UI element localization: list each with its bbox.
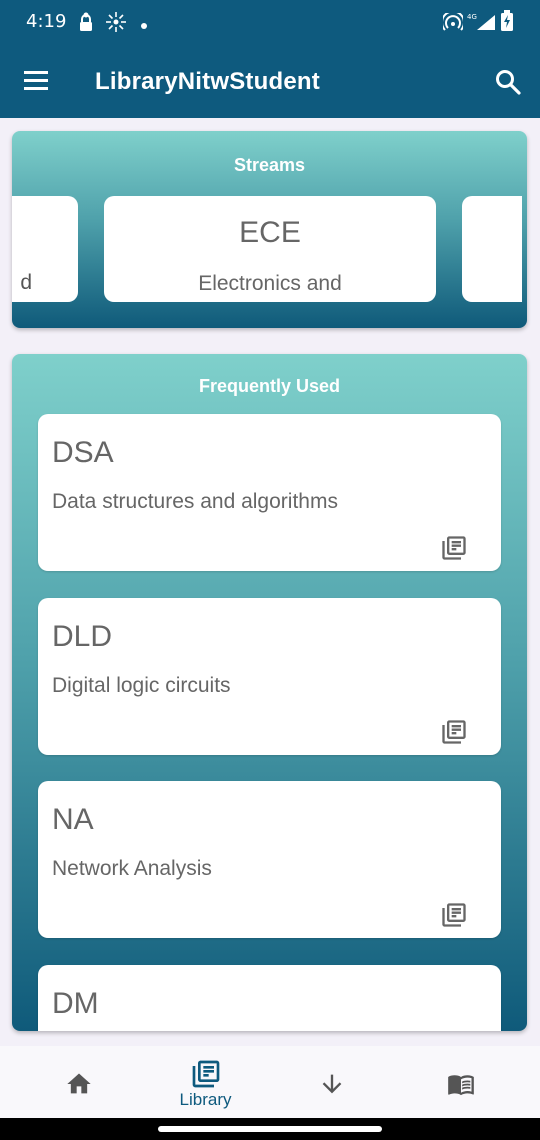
library-books-icon[interactable] [440, 534, 468, 562]
course-code: DSA [52, 436, 114, 469]
network-type-label: 4G [467, 13, 477, 21]
dot-icon [140, 17, 148, 35]
streams-title: Streams [233, 155, 306, 175]
battery-icon [500, 10, 514, 37]
course-name: Network Analysis [52, 857, 212, 880]
stream-code: ECE [239, 216, 301, 249]
nav-home[interactable] [12, 1046, 147, 1118]
library-books-icon[interactable] [440, 718, 468, 746]
hotspot-icon [441, 10, 465, 36]
bottom-navigation: Library [0, 1046, 540, 1118]
nav-downloads[interactable] [265, 1046, 400, 1118]
stream-name: d [20, 271, 32, 294]
course-card-na[interactable]: NA Network Analysis [38, 781, 501, 938]
course-name: Digital logic circuits [52, 674, 231, 697]
frequently-used-panel: Frequently Used DSA Data structures and … [12, 354, 527, 1031]
frequently-used-title: Frequently Used [198, 376, 341, 396]
app-bar: LibraryNitwStudent [0, 44, 540, 118]
status-time: 4:19 [26, 11, 67, 32]
nav-library-label: Library [179, 1090, 232, 1109]
course-code: NA [52, 803, 94, 836]
stream-name: Electronics and [198, 272, 342, 295]
course-name: Data structures and algorithms [52, 490, 338, 513]
download-arrow-icon [322, 1074, 342, 1094]
lock-person-icon [78, 11, 94, 38]
menu-icon[interactable] [22, 68, 50, 94]
gesture-bar [0, 1118, 540, 1140]
nav-reading[interactable] [392, 1046, 527, 1118]
stream-card-ece[interactable]: ECE Electronics and [104, 196, 436, 302]
course-card-dld[interactable]: DLD Digital logic circuits [38, 598, 501, 755]
course-card-dsa[interactable]: DSA Data structures and algorithms [38, 414, 501, 571]
streams-panel: Streams d ECE Electronics and [12, 131, 527, 328]
status-bar: 4:19 4G [0, 0, 540, 44]
open-book-icon [448, 1075, 474, 1096]
nav-library[interactable]: Library [138, 1046, 273, 1118]
app-title: LibraryNitwStudent [95, 68, 320, 95]
home-icon [67, 1073, 91, 1094]
stream-card-previous[interactable]: d [12, 196, 78, 302]
course-code: DM [52, 987, 99, 1020]
course-card-dm[interactable]: DM [38, 965, 501, 1031]
library-books-icon[interactable] [440, 901, 468, 929]
home-gesture-handle[interactable] [158, 1126, 382, 1132]
search-icon[interactable] [494, 68, 522, 96]
signal-4g-icon: 4G [467, 12, 497, 37]
stream-card-next[interactable] [462, 196, 522, 302]
course-code: DLD [52, 620, 113, 653]
sparkle-icon [105, 11, 127, 38]
library-books-icon [192, 1060, 220, 1088]
